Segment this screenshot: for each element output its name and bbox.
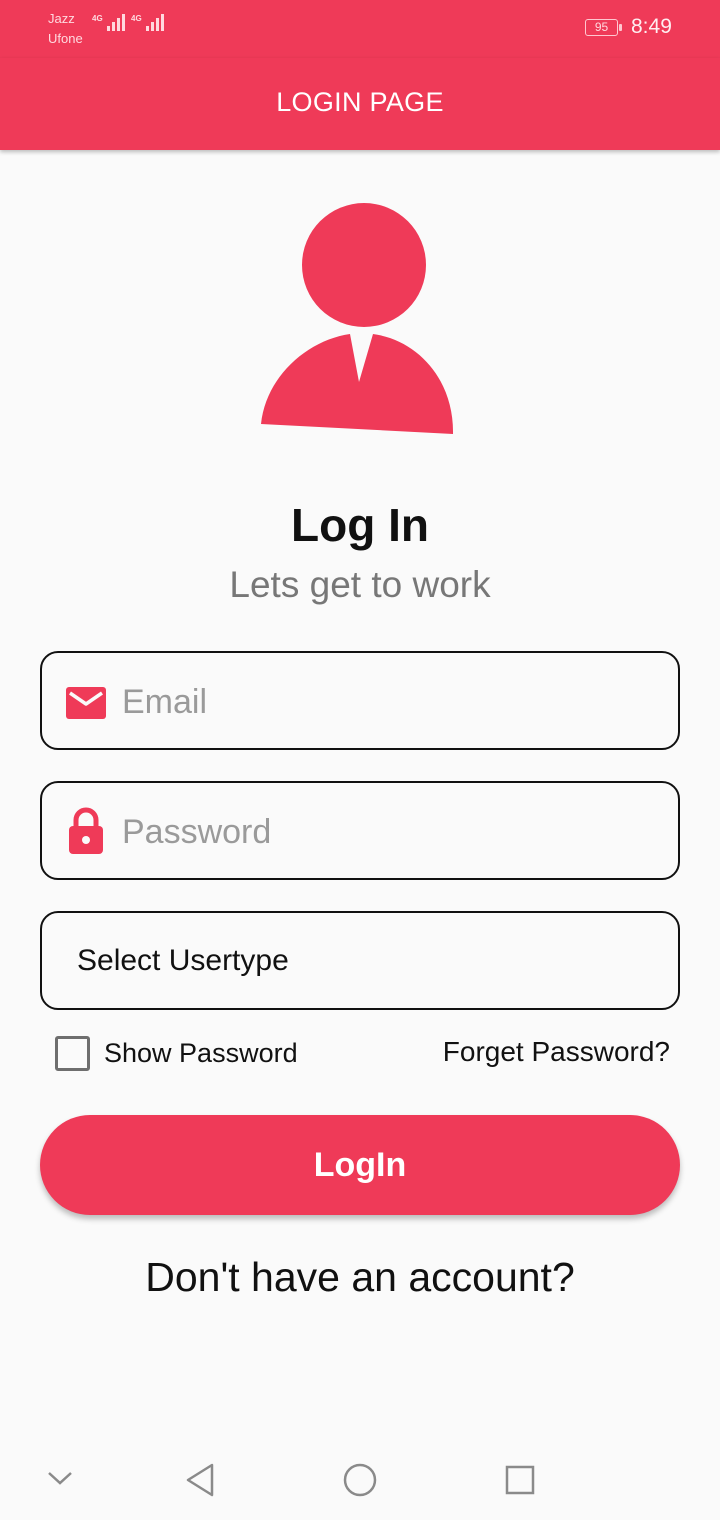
network-type-1: 4G [92,14,103,23]
clock: 8:49 [631,15,672,38]
password-field[interactable] [40,781,680,880]
email-input[interactable] [122,673,642,731]
person-icon [261,203,454,434]
system-nav-bar [0,1440,720,1520]
page-title: Log In [291,499,429,551]
carrier-labels: Jazz Ufone [48,9,83,49]
page-subtitle: Lets get to work [229,564,491,605]
network-type-2: 4G [131,14,142,23]
mail-icon [66,687,106,719]
login-button[interactable]: LogIn [40,1115,680,1215]
battery-level: 95 [594,20,609,34]
password-input[interactable] [122,803,642,861]
carrier-2: Ufone [48,31,83,46]
battery-icon: 95 [585,19,622,36]
app-bar: LOGIN PAGE [0,58,720,150]
chevron-down-icon[interactable] [46,1468,74,1488]
show-password-checkbox[interactable] [55,1036,90,1071]
signal-icon: 4G [92,14,125,31]
signal-icon: 4G [131,14,164,31]
carrier-1: Jazz [48,11,75,26]
status-bar: Jazz Ufone 4G 4G 95 8:49 [0,0,720,58]
show-password-label[interactable]: Show Password [104,1038,298,1069]
home-icon[interactable] [342,1462,378,1498]
back-icon[interactable] [184,1462,216,1498]
recents-icon[interactable] [504,1464,536,1496]
usertype-select[interactable]: Select Usertype [40,911,680,1010]
email-field[interactable] [40,651,680,750]
lock-icon [69,807,103,854]
forget-password-link[interactable]: Forget Password? [443,1036,670,1068]
signup-link[interactable]: Don't have an account? [0,1254,720,1301]
usertype-select-value: Select Usertype [77,944,289,977]
app-bar-title: LOGIN PAGE [276,86,444,117]
